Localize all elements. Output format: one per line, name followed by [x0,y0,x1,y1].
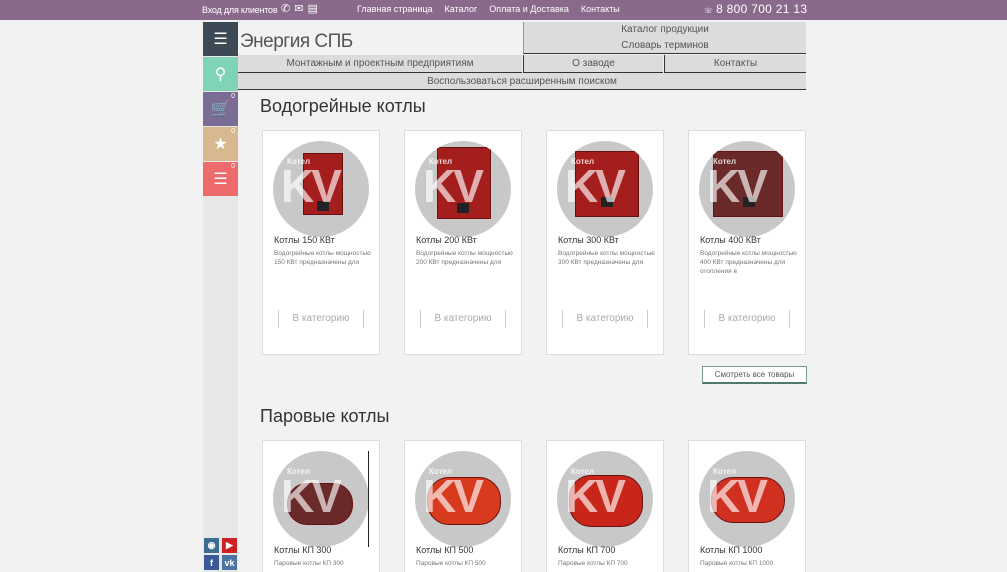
product-card[interactable]: Котел KV Котлы КП 300 Паровые котлы КП 3… [262,440,380,572]
product-desc: Водогрейные котлы мощностью 150 КВт пред… [274,250,371,266]
nav-payment-delivery[interactable]: Оплата и Доставка [489,4,569,14]
product-name[interactable]: Котлы 400 КВт [700,235,761,245]
product-desc: Водогрейные котлы мощностью 200 КВт пред… [416,250,513,266]
youtube-icon[interactable]: ▶ [222,538,237,553]
product-image: Котел KV [557,141,653,237]
compare-button[interactable]: ☰ 0 [203,162,238,196]
product-name[interactable]: Котлы КП 500 [416,545,473,555]
catalog-link[interactable]: Каталог продукции [524,22,806,38]
product-card[interactable]: Котел KV Котлы КП 1000 Паровые котлы КП … [688,440,806,572]
mail-icon[interactable]: ✉ [294,3,303,15]
menu-icon: ☰ [213,31,228,48]
product-card[interactable]: Котел KV Котлы КП 700 Паровые котлы КП 7… [546,440,664,572]
to-category-button[interactable]: В категорию [420,310,506,328]
watermark-brand: KV [281,160,342,212]
cart-count: 0 [231,93,235,100]
search-icon: ⚲ [214,66,227,83]
nav-contacts[interactable]: Контакты [581,4,620,14]
product-image: Котел KV [699,451,795,547]
product-image: Котел KV [415,141,511,237]
section-title-water: Водогрейные котлы [260,96,426,116]
product-card[interactable]: Котел KV Котлы КП 500 Паровые котлы КП 5… [404,440,522,572]
phone-prefix: ☏ [704,8,714,15]
product-card[interactable]: Котел KV Котлы 300 КВт Водогрейные котлы… [546,130,664,355]
product-name[interactable]: Котлы 150 КВт [274,235,335,245]
watermark-brand: KV [565,160,626,212]
product-name[interactable]: Котлы КП 1000 [700,545,762,555]
cart-icon: 🛒 [210,101,231,118]
phone-icon[interactable]: ✆ [281,3,290,15]
product-desc: Паровые котлы КП 300 [274,560,344,567]
product-desc: Водогрейные котлы мощностью 400 КВт пред… [700,250,797,275]
nav-home[interactable]: Главная страница [357,4,433,14]
advanced-search-link[interactable]: Воспользоваться расширенным поиском [238,73,806,90]
menu-button[interactable]: ☰ [203,22,238,56]
contacts-link[interactable]: Контакты [664,55,806,73]
to-category-button[interactable]: В категорию [704,310,790,328]
view-all-products-button[interactable]: Смотреть все товары [702,366,807,384]
watermark-brand: KV [565,470,626,522]
product-card[interactable]: Котел KV Котлы 400 КВт Водогрейные котлы… [688,130,806,355]
product-desc: Водогрейные котлы мощностью 300 КВт пред… [558,250,655,266]
fav-count: 0 [231,128,235,135]
product-image: Котел KV [415,451,511,547]
section-title-steam: Паровые котлы [260,406,390,426]
glossary-link[interactable]: Словарь терминов [524,38,806,54]
product-desc: Паровые котлы КП 700 [558,560,628,567]
cart-button[interactable]: 🛒 0 [203,92,238,126]
watermark-brand: KV [281,470,342,522]
instagram-icon[interactable]: ◉ [204,538,219,553]
product-image: Котел KV [557,451,653,547]
nav-catalog[interactable]: Каталог [445,4,478,14]
product-name[interactable]: Котлы КП 300 [274,545,331,555]
facebook-icon[interactable]: f [204,555,219,570]
watermark-brand: KV [423,160,484,212]
watermark-brand: KV [423,470,484,522]
product-image: Котел KV [699,141,795,237]
favorites-button[interactable]: ★ 0 [203,127,238,161]
star-icon: ★ [213,136,228,153]
product-desc: Паровые котлы КП 500 [416,560,486,567]
phone-value: 8 800 700 21 13 [716,2,808,16]
product-desc: Паровые котлы КП 1000 [700,560,774,567]
document-icon[interactable]: ▤ [307,3,317,15]
top-nav: Главная страница Каталог Оплата и Достав… [357,4,620,14]
product-name[interactable]: Котлы КП 700 [558,545,615,555]
product-image: Котел KV [273,141,369,237]
filter-icon: ☰ [213,171,228,188]
product-card[interactable]: Котел KV Котлы 200 КВт Водогрейные котлы… [404,130,522,355]
phone-number[interactable]: ☏ 8 800 700 21 13 [704,2,807,16]
compare-count: 0 [231,163,235,170]
product-card[interactable]: Котел KV Котлы 150 КВт Водогрейные котлы… [262,130,380,355]
to-category-button[interactable]: В категорию [562,310,648,328]
top-contact-icons: ✆ ✉ ▤ [281,3,318,15]
vk-icon[interactable]: vk [222,555,237,570]
montage-link[interactable]: Монтажным и проектным предприятиям [238,55,522,73]
product-name[interactable]: Котлы 300 КВт [558,235,619,245]
top-bar: Вход для клиентов ✆ ✉ ▤ Главная страница… [0,0,1007,20]
login-link[interactable]: Вход для клиентов [202,5,278,15]
watermark-brand: KV [707,470,768,522]
site-logo[interactable]: Энергия СПБ [240,31,353,53]
text-cursor-line [368,451,369,547]
left-sidebar: ☰ ⚲ 🛒 0 ★ 0 ☰ 0 ◉ ▶ f vk [203,22,238,572]
catalog-menu: Каталог продукции Словарь терминов [523,22,806,54]
search-button[interactable]: ⚲ [203,57,238,91]
product-name[interactable]: Котлы 200 КВт [416,235,477,245]
watermark-brand: KV [707,160,768,212]
about-link[interactable]: О заводе [523,55,663,73]
product-image: Котел KV [273,451,369,547]
to-category-button[interactable]: В категорию [278,310,364,328]
